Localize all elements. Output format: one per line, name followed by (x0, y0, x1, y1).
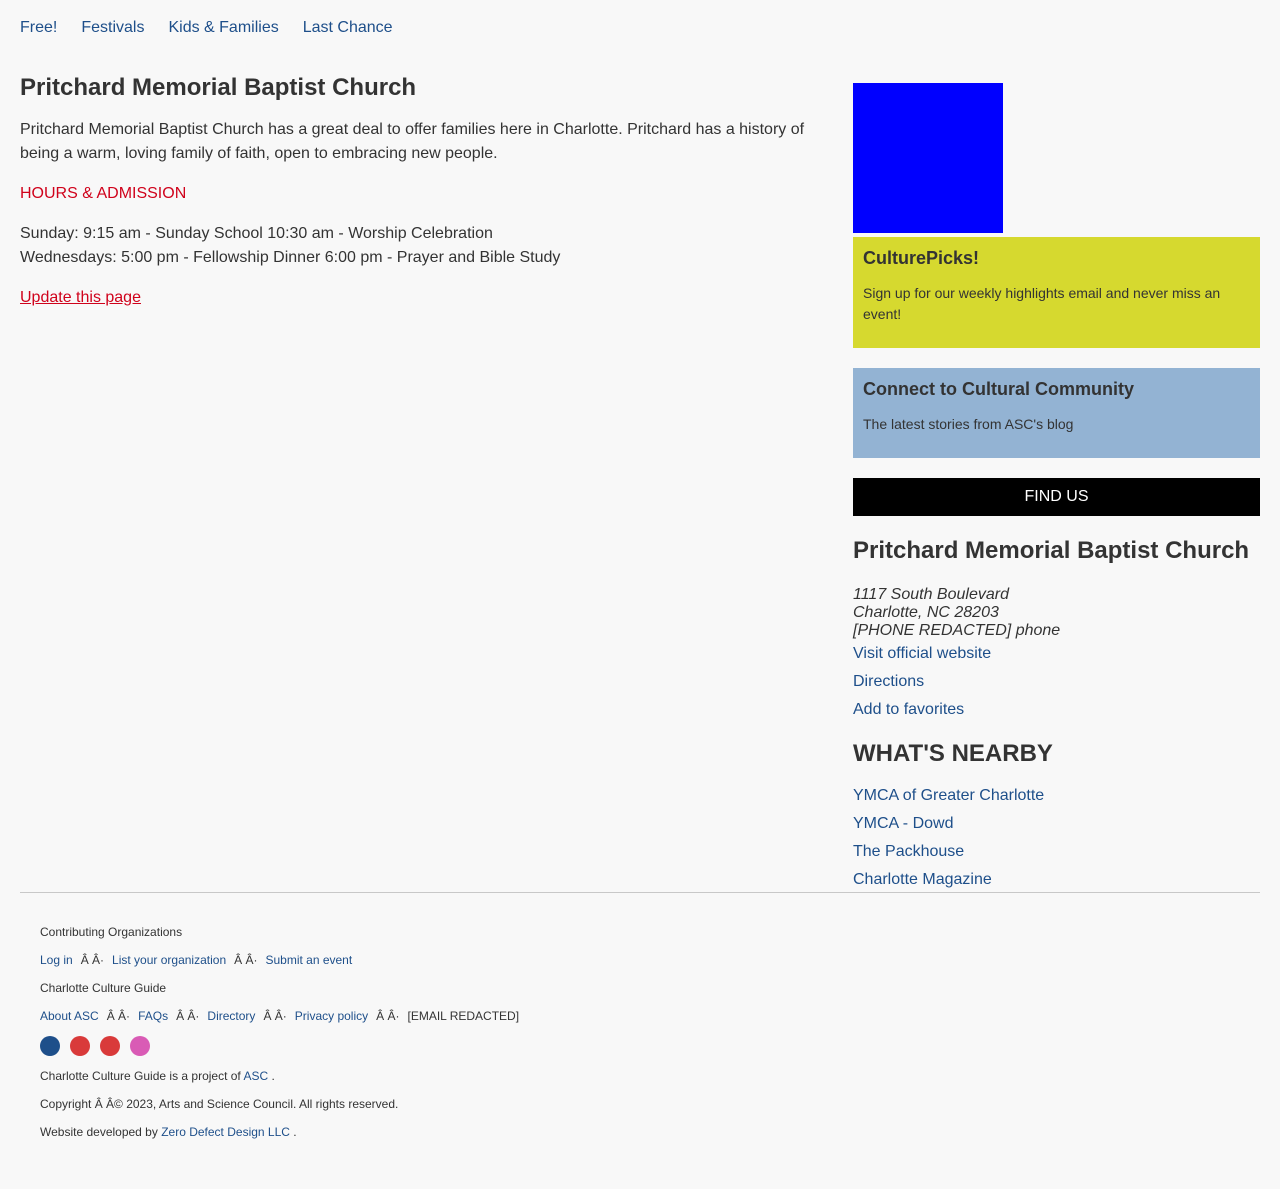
youtube-icon[interactable] (70, 1036, 90, 1056)
separator: Â Â· (376, 1009, 400, 1023)
hours-heading: HOURS & ADMISSION (20, 185, 187, 202)
project-row: Charlotte Culture Guide is a project of … (40, 1064, 519, 1092)
faqs-link[interactable]: FAQs (138, 1009, 168, 1023)
update-page-link[interactable]: Update this page (20, 286, 141, 310)
separator: Â Â· (106, 1009, 131, 1023)
pinterest-icon[interactable] (100, 1036, 120, 1056)
directions-link[interactable]: Directions (853, 668, 1260, 696)
culturepicks-text: Sign up for our weekly highlights email … (863, 285, 1221, 322)
official-website-link[interactable]: Visit official website (853, 640, 1260, 668)
nearby-link[interactable]: YMCA - Dowd (853, 810, 1260, 838)
asc-link[interactable]: ASC (243, 1069, 268, 1083)
address-street: 1117 South Boulevard (853, 586, 1009, 603)
instagram-icon[interactable] (130, 1036, 150, 1056)
culturepicks-title: CulturePicks! (863, 248, 980, 268)
footer-divider (20, 892, 1260, 893)
nav-link-last-chance[interactable]: Last Chance (303, 18, 393, 38)
page-title: Pritchard Memorial Baptist Church (20, 74, 417, 101)
separator: Â Â· (176, 1009, 200, 1023)
privacy-policy-link[interactable]: Privacy policy (295, 1009, 368, 1023)
contact-email: [EMAIL REDACTED] (407, 1009, 520, 1023)
social-icons (40, 1036, 519, 1056)
guide-heading: Charlotte Culture Guide (40, 981, 167, 995)
top-nav: Free! Festivals Kids & Families Last Cha… (20, 18, 393, 38)
hours-line-wednesday: Wednesdays: 5:00 pm - Fellowship Dinner … (20, 249, 561, 266)
find-us-header: FIND US (853, 478, 1260, 516)
nearby-link[interactable]: YMCA of Greater Charlotte (853, 782, 1260, 810)
org-links-row: Log in Â Â· List your organization Â Â· Subm… (40, 948, 519, 976)
login-link[interactable]: Log in (40, 953, 73, 967)
venue-address: 1117 South Boulevard Charlotte, NC 28203… (853, 586, 1260, 640)
intro-text: Pritchard Memorial Baptist Church has a … (20, 121, 805, 162)
culturepicks-box[interactable]: CulturePicks! Sign up for our weekly hig… (853, 237, 1260, 348)
nav-link-kids-families[interactable]: Kids & Families (168, 18, 278, 38)
hours-line-sunday: Sunday: 9:15 am - Sunday School 10:30 am… (20, 225, 493, 242)
separator: Â Â· (80, 953, 105, 967)
facebook-icon[interactable] (40, 1036, 60, 1056)
about-asc-link[interactable]: About ASC (40, 1009, 99, 1023)
venue-title: Pritchard Memorial Baptist Church (853, 537, 1250, 564)
copyright-text: Copyright Â Â© 2023, Arts and Science Co… (40, 1097, 399, 1111)
developer-link[interactable]: Zero Defect Design LLC (161, 1125, 290, 1139)
developer-row: Website developed by Zero Defect Design … (40, 1120, 519, 1148)
developer-period: . (293, 1125, 297, 1139)
list-organization-link[interactable]: List your organization (112, 953, 226, 967)
nearby-title: WHAT'S NEARBY (853, 740, 1053, 767)
nav-link-festivals[interactable]: Festivals (81, 18, 144, 38)
address-city: Charlotte, NC 28203 (853, 604, 999, 621)
sidebar: CulturePicks! Sign up for our weekly hig… (853, 83, 1260, 894)
submit-event-link[interactable]: Submit an event (265, 953, 352, 967)
address-phone: [PHONE REDACTED] phone (853, 622, 1061, 639)
developed-text: Website developed by (40, 1125, 158, 1139)
connect-text: The latest stories from ASC's blog (863, 416, 1074, 432)
directory-link[interactable]: Directory (207, 1009, 255, 1023)
connect-title: Connect to Cultural Community (863, 379, 1134, 399)
nav-link-free[interactable]: Free! (20, 18, 57, 38)
connect-box[interactable]: Connect to Cultural Community The latest… (853, 368, 1260, 458)
nearby-link[interactable]: Charlotte Magazine (853, 866, 1260, 894)
project-text: Charlotte Culture Guide is a project of (40, 1069, 241, 1083)
separator: Â Â· (234, 953, 258, 967)
ad-image[interactable] (853, 83, 1003, 233)
main-content: Pritchard Memorial Baptist Church Pritch… (20, 72, 820, 310)
project-period: . (271, 1069, 275, 1083)
separator: Â Â· (263, 1009, 287, 1023)
guide-links-row: About ASC Â Â· FAQs Â Â· Directory Â Â· Privac… (40, 1004, 519, 1032)
contributing-heading: Contributing Organizations (40, 925, 183, 939)
footer: Contributing Organizations Log in Â Â· Lis… (40, 920, 519, 1148)
nearby-link[interactable]: The Packhouse (853, 838, 1260, 866)
add-favorites-link[interactable]: Add to favorites (853, 696, 1260, 724)
